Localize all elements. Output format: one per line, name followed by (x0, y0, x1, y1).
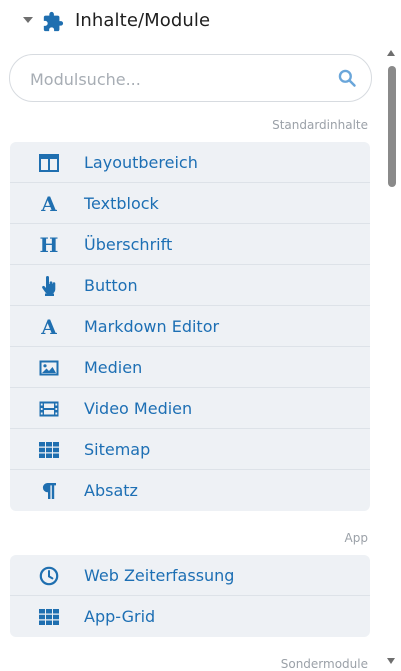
module-item-web-zeiterfassung[interactable]: Web Zeiterfassung (10, 555, 370, 596)
module-list-standard: Layoutbereich A Textblock H Überschrift … (10, 142, 370, 511)
module-item-label: Absatz (84, 481, 138, 500)
module-item-label: Layoutbereich (84, 153, 198, 172)
layout-columns-icon (38, 153, 60, 173)
grid-icon (38, 607, 60, 627)
panel-header[interactable]: Inhalte/Module (0, 0, 385, 44)
paragraph-icon (38, 481, 60, 501)
letter-a-icon: A (41, 315, 57, 339)
search-icon[interactable] (337, 68, 357, 88)
collapse-caret-icon[interactable] (23, 17, 33, 23)
module-item-label: Medien (84, 358, 143, 377)
scroll-down-arrow-icon[interactable] (387, 658, 395, 664)
module-item-textblock[interactable]: A Textblock (10, 183, 370, 224)
group-label-app: App (344, 531, 368, 545)
module-item-label: Überschrift (84, 235, 173, 254)
module-item-label: App-Grid (84, 607, 156, 626)
scroll-up-arrow-icon[interactable] (387, 50, 395, 56)
module-item-sitemap[interactable]: Sitemap (10, 429, 370, 470)
module-item-label: Sitemap (84, 440, 151, 459)
module-search[interactable] (9, 54, 372, 103)
module-item-label: Textblock (84, 194, 159, 213)
module-item-app-grid[interactable]: App-Grid (10, 596, 370, 637)
module-item-video-medien[interactable]: Video Medien (10, 388, 370, 429)
group-label-special: Sondermodule (280, 657, 368, 671)
film-icon (38, 399, 60, 419)
module-list-app: Web Zeiterfassung App-Grid (10, 555, 370, 637)
letter-h-icon: H (39, 233, 59, 257)
module-item-label: Video Medien (84, 399, 193, 418)
clock-icon (38, 566, 60, 586)
module-item-button[interactable]: Button (10, 265, 370, 306)
scrollbar-thumb[interactable] (388, 66, 396, 187)
pointer-hand-icon (38, 276, 60, 296)
image-icon (38, 358, 60, 378)
letter-a-icon: A (41, 192, 57, 216)
module-item-label: Markdown Editor (84, 317, 220, 336)
module-item-label: Button (84, 276, 138, 295)
module-search-input[interactable] (28, 55, 332, 103)
module-item-ueberschrift[interactable]: H Überschrift (10, 224, 370, 265)
panel-title: Inhalte/Module (75, 10, 211, 31)
group-label-standard: Standardinhalte (272, 118, 368, 132)
module-item-layoutbereich[interactable]: Layoutbereich (10, 142, 370, 183)
puzzle-icon (43, 11, 64, 32)
module-item-absatz[interactable]: Absatz (10, 470, 370, 511)
module-item-medien[interactable]: Medien (10, 347, 370, 388)
module-item-markdown-editor[interactable]: A Markdown Editor (10, 306, 370, 347)
grid-icon (38, 440, 60, 460)
module-item-label: Web Zeiterfassung (84, 566, 235, 585)
